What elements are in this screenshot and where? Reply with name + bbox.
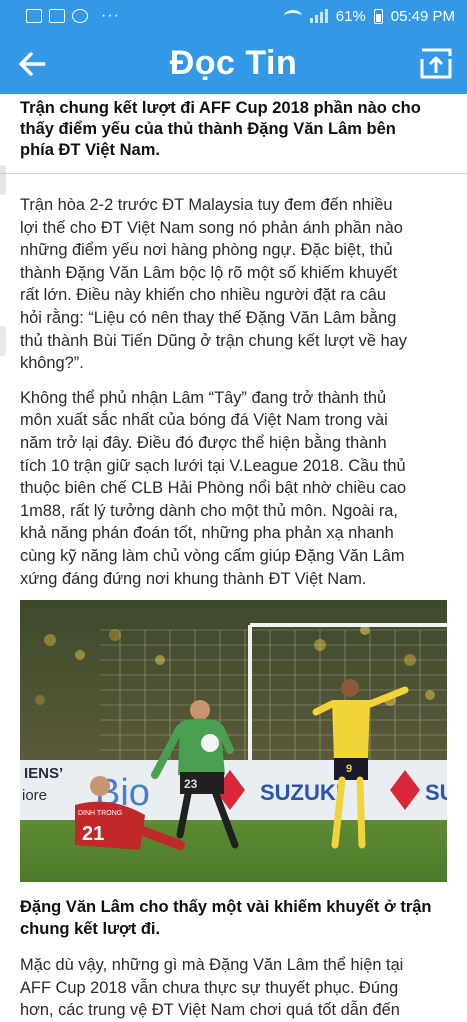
- open-external-icon[interactable]: [419, 46, 453, 80]
- svg-text:iore: iore: [22, 787, 47, 804]
- news-app-icon: [49, 9, 65, 23]
- gallery-icon: [26, 9, 42, 23]
- svg-text:DINH TRONG: DINH TRONG: [78, 810, 122, 817]
- article-photo: IENS’ iore Bio SUZUKI SU 23 21: [20, 600, 447, 883]
- title-divider: [0, 173, 467, 174]
- scroll-handle: [0, 165, 6, 195]
- svg-text:SUZUKI: SUZUKI: [260, 780, 342, 805]
- svg-text:9: 9: [346, 763, 352, 775]
- article-title: Trận chung kết lượt đi AFF Cup 2018 phần…: [20, 94, 447, 161]
- app-bar: Đọc Tin: [0, 32, 467, 94]
- clock: 05:49 PM: [390, 7, 455, 25]
- title-line: Trận chung kết lượt đi AFF Cup 2018 phần…: [20, 99, 421, 117]
- photo-caption: Đặng Văn Lâm cho thấy một vài khiếm khuy…: [20, 898, 432, 939]
- signal-icon: [309, 9, 328, 23]
- svg-text:23: 23: [184, 777, 198, 791]
- football-photo: IENS’ iore Bio SUZUKI SU 23 21: [20, 600, 447, 883]
- notification-icons: ···: [26, 7, 120, 25]
- title-line: thấy điểm yếu của thủ thành Đặng Văn Lâm…: [20, 120, 396, 138]
- messenger-icon: [72, 9, 88, 23]
- battery-icon: [373, 8, 383, 24]
- svg-text:SU: SU: [425, 780, 447, 805]
- page-title: Đọc Tin: [169, 43, 298, 82]
- system-icons: 61% 05:49 PM: [283, 7, 455, 25]
- scroll-handle: [0, 326, 6, 356]
- arrow-left-icon[interactable]: [16, 48, 48, 80]
- wifi-icon: [283, 10, 302, 22]
- svg-text:21: 21: [82, 823, 104, 845]
- battery-percent: 61%: [335, 7, 366, 25]
- title-line: phía ĐT Việt Nam.: [20, 141, 160, 159]
- svg-text:IENS’: IENS’: [24, 765, 63, 782]
- more-notifications-icon: ···: [101, 7, 120, 24]
- article: Trận chung kết lượt đi AFF Cup 2018 phần…: [0, 94, 467, 1022]
- paragraph-intro: Trận hòa 2-2 trước ĐT Malaysia tuy đem đ…: [20, 196, 407, 373]
- paragraph-continued: Mặc dù vậy, những gì mà Đặng Văn Lâm thể…: [20, 956, 404, 1020]
- paragraph-body: Không thể phủ nhận Lâm “Tây” đang trở th…: [20, 388, 407, 588]
- status-bar: ··· 61% 05:49 PM: [0, 0, 467, 32]
